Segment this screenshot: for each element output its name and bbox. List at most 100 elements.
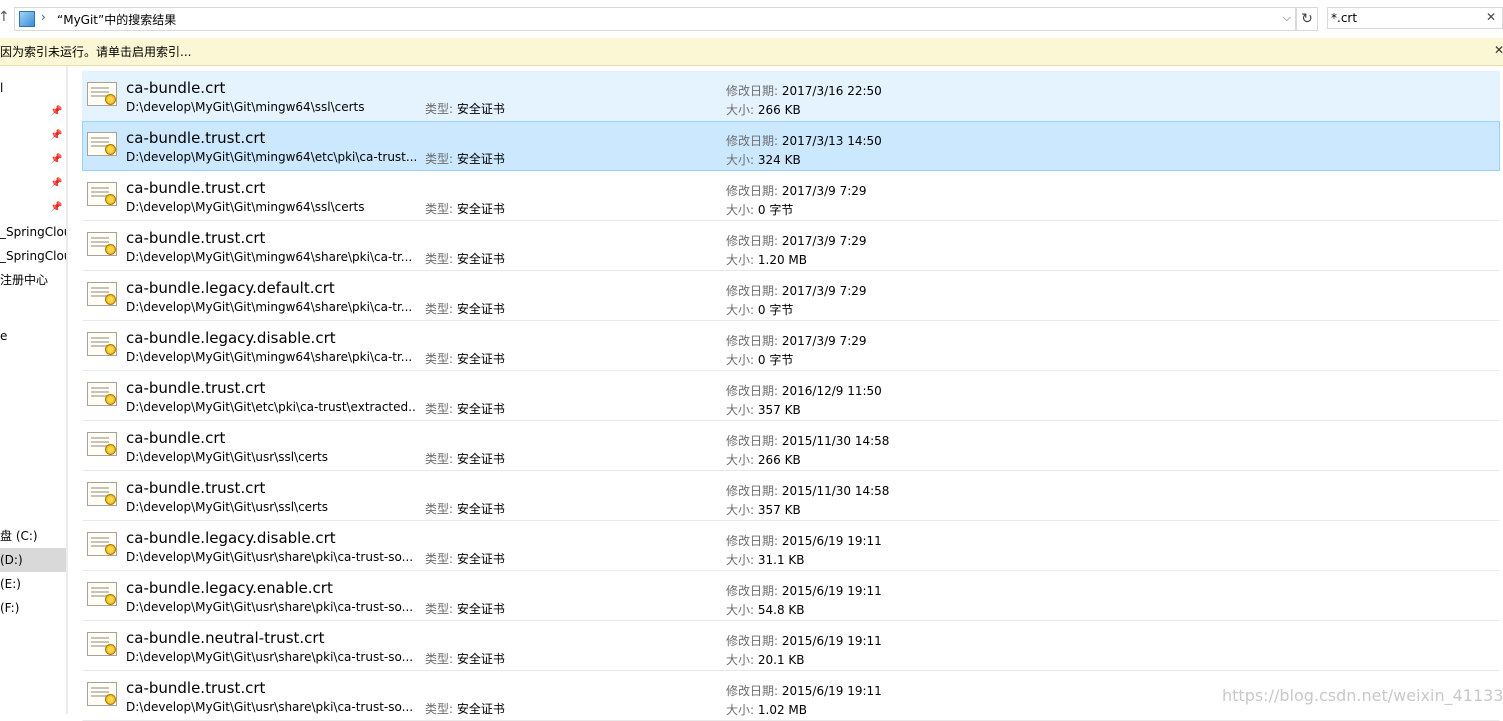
sidebar-item[interactable]: (F:) xyxy=(0,596,66,620)
file-name: ca-bundle.trust.crt xyxy=(126,129,266,147)
file-size: 大小: 266 KB xyxy=(726,101,801,118)
file-type: 类型: 安全证书 xyxy=(425,150,505,167)
sidebar-item[interactable]: 注册中心 xyxy=(0,268,66,292)
file-row[interactable]: ca-bundle.trust.crt D:\develop\MyGit\Git\… xyxy=(82,471,1500,521)
type-value: 安全证书 xyxy=(456,102,505,116)
file-name: ca-bundle.neutral-trust.crt xyxy=(126,629,325,647)
sidebar-item[interactable]: 📌 xyxy=(0,148,66,172)
modified-value: 2017/3/9 7:29 xyxy=(781,334,867,348)
file-row[interactable]: ca-bundle.trust.crt D:\develop\MyGit\Git\… xyxy=(82,221,1500,271)
file-row[interactable]: ca-bundle.crt D:\develop\MyGit\Git\mingw6… xyxy=(82,71,1500,121)
pin-icon[interactable]: 📌 xyxy=(50,100,62,124)
modified-value: 2017/3/9 7:29 xyxy=(781,284,867,298)
file-size: 大小: 20.1 KB xyxy=(726,651,805,668)
sidebar-item[interactable]: 盘 (C:) xyxy=(0,524,66,548)
size-value: 20.1 KB xyxy=(757,653,805,667)
pin-icon[interactable]: 📌 xyxy=(50,148,62,172)
breadcrumb[interactable]: “MyGit”中的搜索结果 xyxy=(57,11,176,28)
file-size: 大小: 0 字节 xyxy=(726,301,793,318)
modified-label: 修改日期: xyxy=(726,684,779,698)
sidebar-item-label: l xyxy=(0,81,4,95)
file-path: D:\develop\MyGit\Git\mingw64\share\pki\c… xyxy=(126,250,413,264)
type-value: 安全证书 xyxy=(456,402,505,416)
type-label: 类型: xyxy=(425,602,454,616)
file-name: ca-bundle.crt xyxy=(126,79,226,97)
file-size: 大小: 1.20 MB xyxy=(726,251,807,268)
sidebar-item[interactable]: _SpringClou xyxy=(0,220,66,244)
sidebar-item[interactable]: 📌 xyxy=(0,100,66,124)
type-label: 类型: xyxy=(425,502,454,516)
close-icon[interactable]: ✕ xyxy=(1486,10,1496,24)
sidebar-item-label: e xyxy=(0,329,8,343)
sidebar-item-label: (D:) xyxy=(0,553,23,567)
file-modified: 修改日期: 2017/3/9 7:29 xyxy=(726,332,867,349)
file-path: D:\develop\MyGit\Git\etc\pki\ca-trust\ex… xyxy=(126,400,416,414)
file-modified: 修改日期: 2017/3/9 7:29 xyxy=(726,232,867,249)
file-size: 大小: 31.1 KB xyxy=(726,551,805,568)
type-label: 类型: xyxy=(425,652,454,666)
file-row[interactable]: ca-bundle.trust.crt D:\develop\MyGit\Git\… xyxy=(82,371,1500,421)
modified-value: 2016/12/9 11:50 xyxy=(781,384,882,398)
file-row[interactable]: ca-bundle.trust.crt D:\develop\MyGit\Git\… xyxy=(82,171,1500,221)
size-value: 357 KB xyxy=(757,503,801,517)
sidebar-item[interactable]: 📌 xyxy=(0,124,66,148)
sidebar-item-label: _SpringClou xyxy=(0,225,66,239)
search-input[interactable] xyxy=(1331,9,1471,27)
type-label: 类型: xyxy=(425,452,454,466)
type-label: 类型: xyxy=(425,552,454,566)
sidebar-item[interactable]: _SpringClou xyxy=(0,244,66,268)
file-size: 大小: 1.02 MB xyxy=(726,701,807,718)
file-row[interactable]: ca-bundle.legacy.disable.crt D:\develop\M… xyxy=(82,521,1500,571)
chevron-down-icon[interactable]: ⌵ xyxy=(1283,11,1291,25)
sidebar-item[interactable]: l xyxy=(0,76,66,100)
pin-icon[interactable]: 📌 xyxy=(50,124,62,148)
sidebar-item[interactable]: 📌 xyxy=(0,172,66,196)
size-label: 大小: xyxy=(726,653,755,667)
modified-label: 修改日期: xyxy=(726,584,779,598)
sidebar-item[interactable]: (E:) xyxy=(0,572,66,596)
type-value: 安全证书 xyxy=(456,152,505,166)
file-row[interactable]: ca-bundle.trust.crt D:\develop\MyGit\Git\… xyxy=(82,121,1500,171)
type-value: 安全证书 xyxy=(456,202,505,216)
sidebar-item[interactable]: e xyxy=(0,324,66,348)
file-path: D:\develop\MyGit\Git\mingw64\etc\pki\ca-… xyxy=(126,150,416,164)
file-row[interactable]: ca-bundle.legacy.enable.crt D:\develop\My… xyxy=(82,571,1500,621)
info-bar[interactable]: 因为索引未运行。请单击启用索引... ✕ xyxy=(0,38,1503,66)
size-value: 54.8 KB xyxy=(757,603,805,617)
type-value: 安全证书 xyxy=(456,302,505,316)
pin-icon[interactable]: 📌 xyxy=(50,172,62,196)
file-row[interactable]: ca-bundle.legacy.disable.crt D:\develop\M… xyxy=(82,321,1500,371)
navigation-pane: l 📌 📌 📌 📌 📌 _SpringClou _SpringClou 注册中心 e 盘 (C:)(… xyxy=(0,66,66,714)
file-type: 类型: 安全证书 xyxy=(425,400,505,417)
sidebar-item[interactable]: (D:) xyxy=(0,548,66,572)
file-row[interactable]: ca-bundle.crt D:\develop\MyGit\Git\usr\ss… xyxy=(82,421,1500,471)
file-row[interactable]: ca-bundle.legacy.default.crt D:\develop\M… xyxy=(82,271,1500,321)
file-row[interactable]: ca-bundle.neutral-trust.crt D:\develop\My… xyxy=(82,621,1500,671)
address-bar[interactable]: › “MyGit”中的搜索结果 ⌵ xyxy=(14,7,1296,31)
certificate-icon xyxy=(87,82,117,106)
chevron-right-icon[interactable]: › xyxy=(41,10,46,24)
file-size: 大小: 54.8 KB xyxy=(726,601,805,618)
info-message[interactable]: 因为索引未运行。请单击启用索引... xyxy=(0,43,191,60)
file-path: D:\develop\MyGit\Git\usr\share\pki\ca-tr… xyxy=(126,600,414,614)
certificate-icon xyxy=(87,432,117,456)
search-box[interactable]: ✕ xyxy=(1327,7,1503,29)
up-arrow-icon[interactable]: ↑ xyxy=(0,9,10,25)
sidebar-item[interactable]: 📌 xyxy=(0,196,66,220)
size-value: 266 KB xyxy=(757,453,801,467)
close-icon[interactable]: ✕ xyxy=(1494,43,1503,57)
file-size: 大小: 324 KB xyxy=(726,151,801,168)
sidebar-item-label: (F:) xyxy=(0,601,20,615)
file-name: ca-bundle.trust.crt xyxy=(126,379,266,397)
type-value: 安全证书 xyxy=(456,652,505,666)
file-path: D:\develop\MyGit\Git\usr\ssl\certs xyxy=(126,450,328,464)
refresh-button[interactable]: ↻ xyxy=(1296,7,1318,31)
pin-icon[interactable]: 📌 xyxy=(50,196,62,220)
file-type: 类型: 安全证书 xyxy=(425,350,505,367)
certificate-icon xyxy=(87,132,117,156)
certificate-icon xyxy=(87,582,117,606)
size-label: 大小: xyxy=(726,203,755,217)
file-type: 类型: 安全证书 xyxy=(425,450,505,467)
certificate-icon xyxy=(87,482,117,506)
pane-divider[interactable] xyxy=(66,66,68,714)
